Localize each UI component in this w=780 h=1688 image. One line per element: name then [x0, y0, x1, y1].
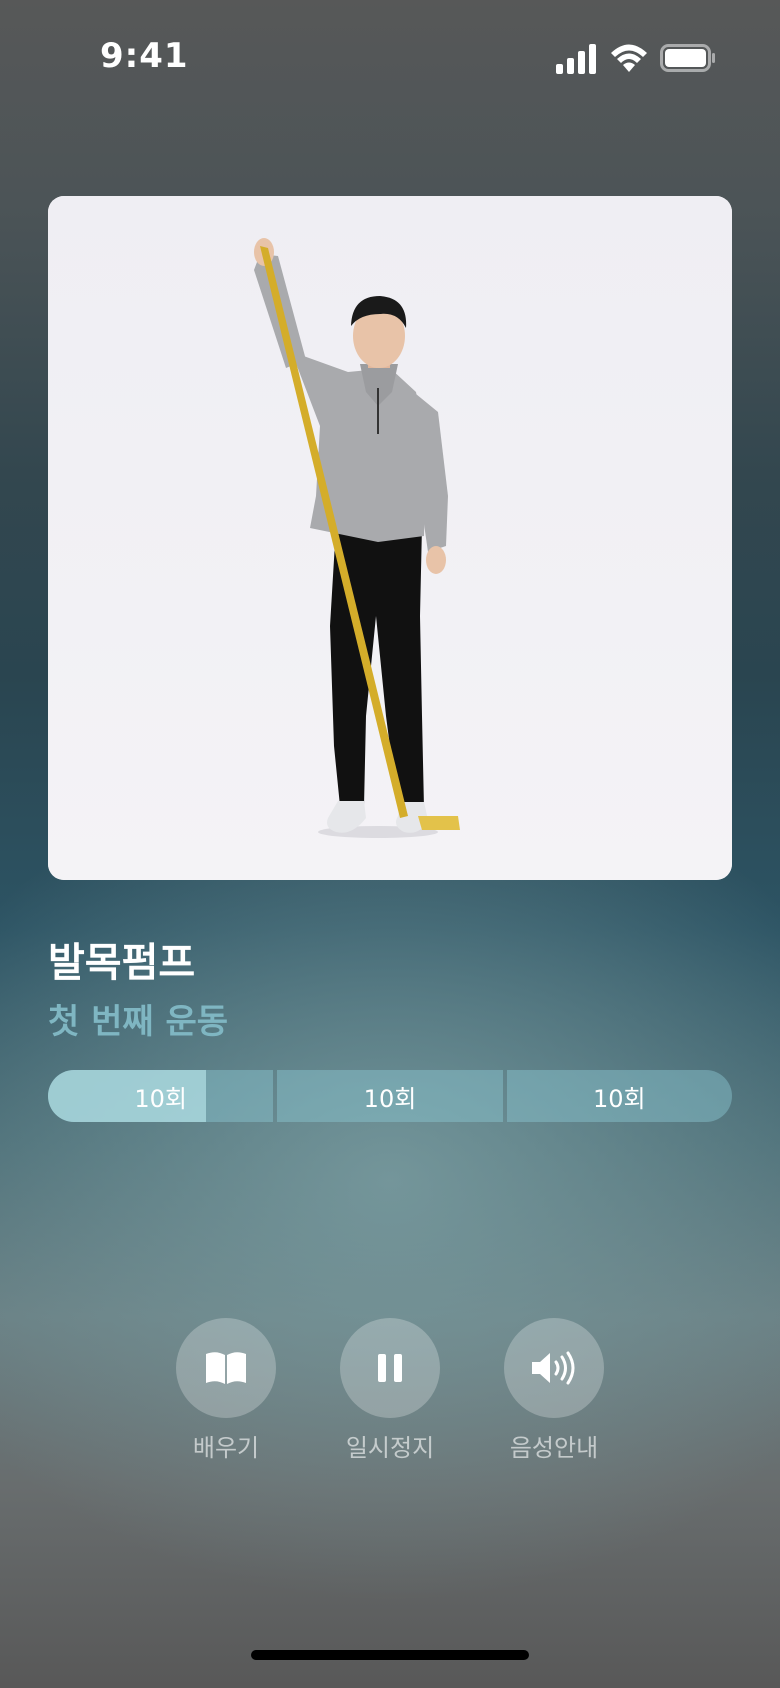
learn-label: 배우기	[192, 1434, 260, 1462]
status-bar: 9:41	[0, 0, 780, 120]
sets-progress-bar: 10회 10회 10회	[48, 1070, 732, 1122]
set-label: 10회	[593, 1084, 646, 1113]
voice-guide-button[interactable]: 음성안내	[484, 1318, 624, 1463]
set-segment: 10회	[48, 1070, 274, 1122]
speaker-icon	[532, 1351, 575, 1385]
pause-button-circle[interactable]	[340, 1318, 440, 1418]
voice-guide-label: 음성안내	[509, 1434, 599, 1462]
home-indicator[interactable]	[251, 1650, 529, 1660]
exercise-illustration	[48, 196, 732, 880]
voice-guide-button-circle[interactable]	[504, 1318, 604, 1418]
pause-label: 일시정지	[345, 1434, 435, 1462]
set-label: 10회	[134, 1084, 187, 1113]
status-time: 9:41	[100, 36, 189, 76]
set-segment: 10회	[506, 1070, 732, 1122]
exercise-title: 발목펌프	[48, 940, 196, 986]
signal-icon	[556, 44, 596, 74]
wifi-icon	[611, 44, 647, 72]
pause-icon	[378, 1354, 402, 1382]
set-segment: 10회	[277, 1070, 503, 1122]
book-icon	[206, 1352, 246, 1384]
set-label: 10회	[363, 1084, 417, 1113]
learn-button-circle[interactable]	[176, 1318, 276, 1418]
learn-button[interactable]: 배우기	[156, 1318, 296, 1463]
pause-button[interactable]: 일시정지	[320, 1318, 460, 1463]
exercise-image	[48, 196, 732, 880]
exercise-subtitle: 첫 번째 운동	[48, 1002, 229, 1042]
battery-icon	[660, 44, 715, 72]
